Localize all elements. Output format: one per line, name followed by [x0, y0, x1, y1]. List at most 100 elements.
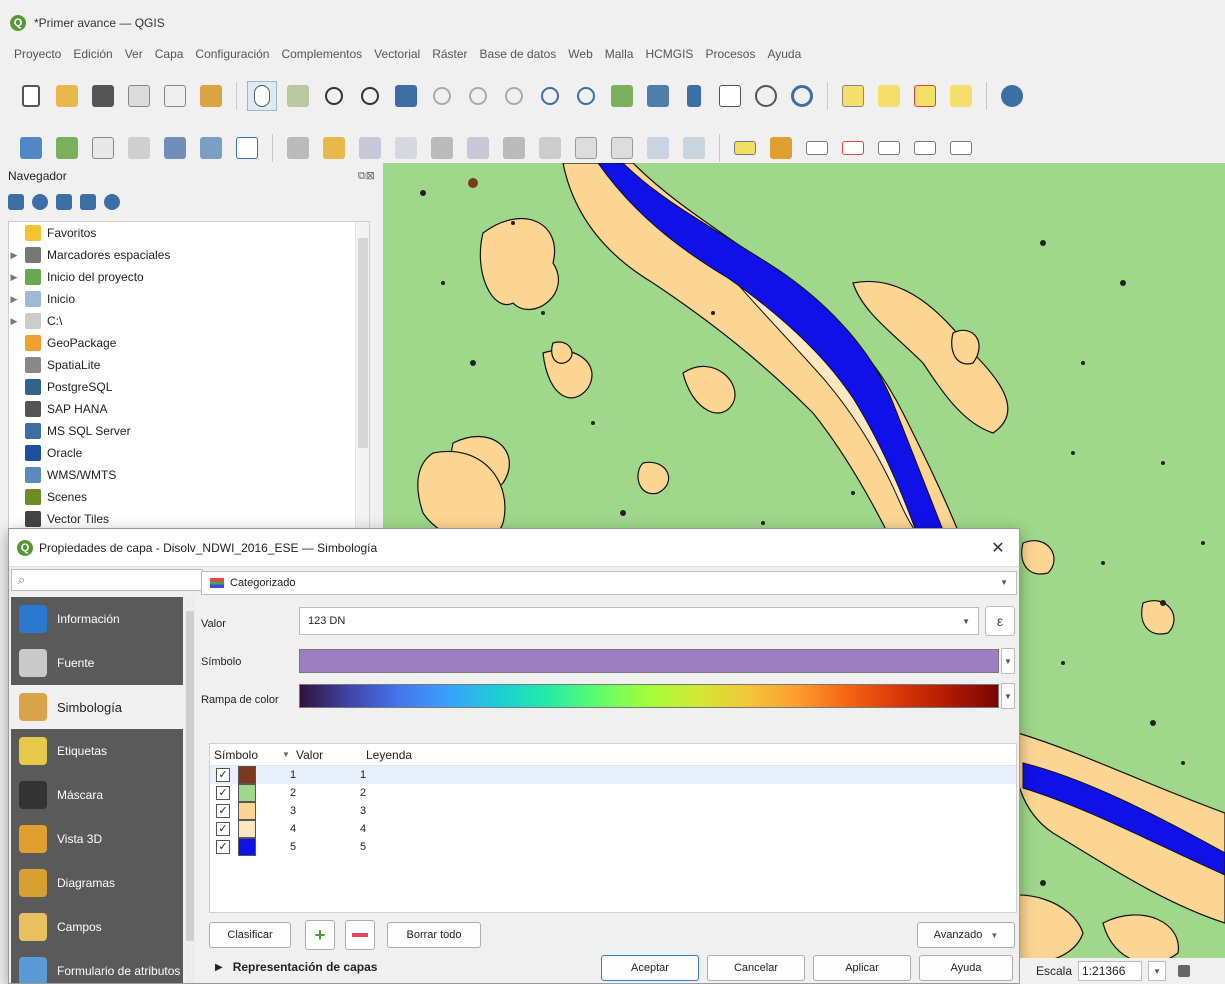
cut-features-button[interactable] — [535, 133, 565, 163]
navigator-item[interactable]: GeoPackage — [9, 332, 369, 354]
scale-dropdown[interactable]: ▼ — [1148, 961, 1167, 981]
category-checkbox[interactable]: ✓ — [216, 822, 230, 836]
add-vector-layer-button[interactable] — [16, 133, 46, 163]
classify-button[interactable]: Clasificar — [209, 922, 291, 948]
sidebar-item-cube-3d[interactable]: Vista 3D — [11, 817, 183, 861]
undo-button[interactable] — [643, 133, 673, 163]
navigator-item[interactable]: Scenes — [9, 486, 369, 508]
delete-all-button[interactable]: Borrar todo — [387, 922, 481, 948]
refresh-icon[interactable] — [32, 194, 48, 210]
category-swatch[interactable] — [238, 766, 256, 784]
deselect-button[interactable] — [910, 81, 940, 111]
category-checkbox[interactable]: ✓ — [216, 840, 230, 854]
toggle-editing-button[interactable] — [319, 133, 349, 163]
copy-features-button[interactable] — [571, 133, 601, 163]
show-bookmarks-button[interactable] — [715, 81, 745, 111]
panel-float-close-icons[interactable]: ⧉⊠ — [358, 169, 375, 183]
menu-procesos[interactable]: Procesos — [705, 47, 755, 61]
change-label-button[interactable] — [946, 133, 976, 163]
navigator-item[interactable]: Vector Tiles — [9, 508, 369, 530]
navigator-item[interactable]: ▶ Inicio del proyecto — [9, 266, 369, 288]
vertex-tool-button[interactable] — [427, 133, 457, 163]
add-delimited-text-button[interactable] — [88, 133, 118, 163]
paste-features-button[interactable] — [607, 133, 637, 163]
move-label-button[interactable] — [874, 133, 904, 163]
new-3d-view-button[interactable] — [643, 81, 673, 111]
category-checkbox[interactable]: ✓ — [216, 786, 230, 800]
sidebar-item-fields[interactable]: Campos — [11, 905, 183, 949]
menu-ver[interactable]: Ver — [125, 47, 143, 61]
expression-button[interactable]: ε — [985, 606, 1015, 636]
show-hide-labels-button[interactable] — [910, 133, 940, 163]
category-checkbox[interactable]: ✓ — [216, 804, 230, 818]
header-legend[interactable]: Leyenda — [366, 748, 412, 762]
symbol-dropdown[interactable]: ▼ — [1001, 648, 1015, 674]
close-icon[interactable]: ✕ — [985, 535, 1011, 561]
expand-arrow-icon[interactable]: ▶ — [9, 272, 19, 283]
edit-layer-button[interactable] — [283, 133, 313, 163]
symbol-preview-button[interactable] — [299, 649, 999, 673]
new-project-button[interactable] — [16, 81, 46, 111]
filter-icon[interactable] — [56, 194, 72, 210]
ramp-dropdown[interactable]: ▼ — [1001, 683, 1015, 709]
category-checkbox[interactable]: ✓ — [216, 768, 230, 782]
zoom-layer-button[interactable] — [463, 81, 493, 111]
navigator-tree[interactable]: Favoritos ▶ Marcadores espaciales ▶ Inicio d… — [8, 221, 370, 543]
category-legend[interactable]: 3 — [360, 805, 366, 817]
menu-raster[interactable]: Ráster — [432, 47, 467, 61]
lock-icon[interactable] — [1178, 965, 1191, 977]
expand-arrow-icon[interactable]: ▶ — [9, 316, 19, 327]
sidebar-item-mask[interactable]: Máscara — [11, 773, 183, 817]
category-swatch[interactable] — [238, 820, 256, 838]
navigator-item[interactable]: MS SQL Server — [9, 420, 369, 442]
highlight-labels-button[interactable] — [838, 133, 868, 163]
table-row[interactable]: ✓ 4 4 — [210, 820, 1016, 838]
menu-hcmgis[interactable]: HCMGIS — [645, 47, 693, 61]
expand-arrow-icon[interactable]: ▶ — [9, 250, 19, 261]
add-geopackage-button[interactable] — [160, 133, 190, 163]
category-legend[interactable]: 4 — [360, 823, 366, 835]
add-spatialite-button[interactable] — [124, 133, 154, 163]
temporal-controller-button[interactable] — [751, 81, 781, 111]
sidebar-item-source[interactable]: Fuente — [11, 641, 183, 685]
collapse-all-icon[interactable] — [80, 194, 96, 210]
table-row[interactable]: ✓ 5 5 — [210, 838, 1016, 856]
select-features-button[interactable] — [838, 81, 868, 111]
delete-selected-button[interactable] — [499, 133, 529, 163]
sidebar-item-info[interactable]: Información — [11, 597, 183, 641]
layout-manager-button[interactable] — [160, 81, 190, 111]
modify-attributes-button[interactable] — [463, 133, 493, 163]
menu-ayuda[interactable]: Ayuda — [767, 47, 801, 61]
menu-vectorial[interactable]: Vectorial — [374, 47, 420, 61]
category-swatch[interactable] — [238, 784, 256, 802]
navigator-item[interactable]: ▶ Inicio — [9, 288, 369, 310]
info-icon[interactable] — [104, 194, 120, 210]
open-project-button[interactable] — [52, 81, 82, 111]
renderer-select[interactable]: Categorizado ▼ — [201, 571, 1017, 595]
menu-base-de-datos[interactable]: Base de datos — [480, 47, 557, 61]
pan-button[interactable] — [247, 81, 277, 111]
attribute-select-button[interactable] — [946, 81, 976, 111]
zoom-full-button[interactable] — [391, 81, 421, 111]
menu-web[interactable]: Web — [568, 47, 592, 61]
menu-complementos[interactable]: Complementos — [281, 47, 362, 61]
category-legend[interactable]: 5 — [360, 841, 366, 853]
scrollbar-thumb[interactable] — [186, 611, 194, 941]
menu-capa[interactable]: Capa — [155, 47, 184, 61]
sidebar-scrollbar[interactable] — [185, 597, 195, 983]
zoom-next-button[interactable] — [571, 81, 601, 111]
delete-category-button[interactable] — [345, 920, 375, 950]
advanced-button[interactable]: Avanzado ▼ — [917, 922, 1015, 948]
dialog-search-input[interactable]: ⌕ — [11, 569, 203, 591]
menu-edicion[interactable]: Edición — [73, 47, 112, 61]
zoom-last-button[interactable] — [535, 81, 565, 111]
help-button[interactable]: Ayuda — [919, 955, 1013, 981]
menu-configuracion[interactable]: Configuración — [195, 47, 269, 61]
category-legend[interactable]: 2 — [360, 787, 366, 799]
redo-button[interactable] — [679, 133, 709, 163]
navigator-scrollbar[interactable] — [355, 222, 369, 542]
category-legend[interactable]: 1 — [360, 769, 366, 781]
new-map-view-button[interactable] — [607, 81, 637, 111]
cancel-button[interactable]: Cancelar — [707, 955, 805, 981]
add-feature-button[interactable] — [391, 133, 421, 163]
